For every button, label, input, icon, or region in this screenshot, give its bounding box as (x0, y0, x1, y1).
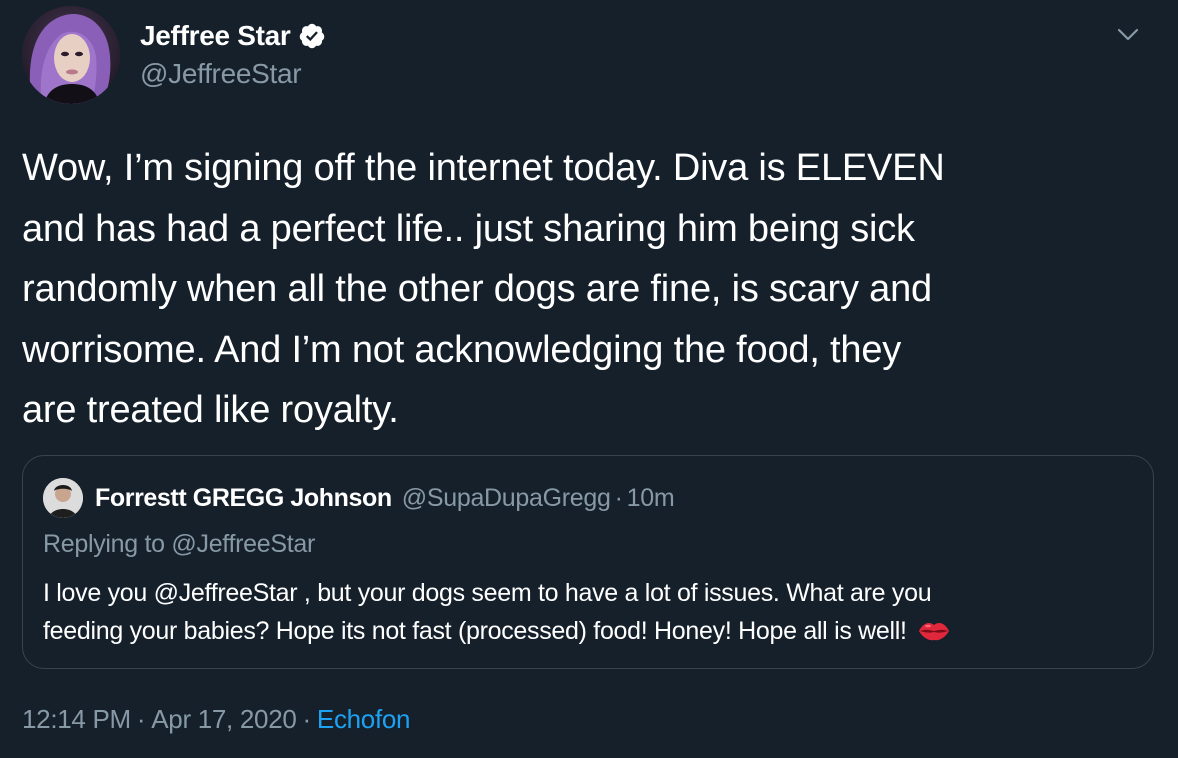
quoted-author-handle: @SupaDupaGregg (401, 483, 611, 512)
author-names: Jeffree Star @JeffreeStar (140, 16, 326, 90)
display-name-row: Jeffree Star (140, 16, 326, 56)
quoted-author-avatar (43, 478, 83, 518)
quoted-separator: · (614, 483, 623, 512)
tweet-header: Jeffree Star @JeffreeStar (22, 6, 1152, 106)
author-display-name[interactable]: Jeffree Star (140, 20, 291, 52)
kiss-lips-icon (917, 615, 951, 641)
footer-separator: · (302, 704, 312, 734)
tweet-time[interactable]: 12:14 PM (22, 704, 131, 734)
tweet-source-link[interactable]: Echofon (317, 704, 411, 734)
tweet-text: Wow, I’m signing off the internet today.… (22, 147, 945, 431)
tweet-date[interactable]: Apr 17, 2020 (151, 704, 297, 734)
quoted-timestamp: 10m (626, 483, 675, 512)
chevron-down-icon[interactable] (1114, 20, 1142, 48)
quoted-text-line-1: I love you @JeffreeStar , but your dogs … (43, 579, 932, 607)
quoted-text-line-2: feeding your babies? Hope its not fast (… (43, 617, 907, 645)
quoted-tweet[interactable]: Forrestt GREGG Johnson @SupaDupaGregg · … (22, 455, 1154, 669)
tweet-card: Jeffree Star @JeffreeStar Wow, I’m signi… (0, 0, 1178, 758)
author-handle[interactable]: @JeffreeStar (140, 58, 326, 90)
tweet-footer: 12:14 PM · Apr 17, 2020 · Echofon (22, 704, 411, 735)
footer-separator: · (136, 704, 146, 734)
quoted-tweet-header: Forrestt GREGG Johnson @SupaDupaGregg · … (43, 478, 675, 518)
author-avatar[interactable] (22, 6, 120, 104)
replying-to-label: Replying to @JeffreeStar (43, 530, 316, 558)
verified-badge-icon (298, 22, 326, 50)
quoted-tweet-text: I love you @JeffreeStar , but your dogs … (43, 574, 1139, 650)
quoted-author-name: Forrestt GREGG Johnson (95, 483, 392, 512)
